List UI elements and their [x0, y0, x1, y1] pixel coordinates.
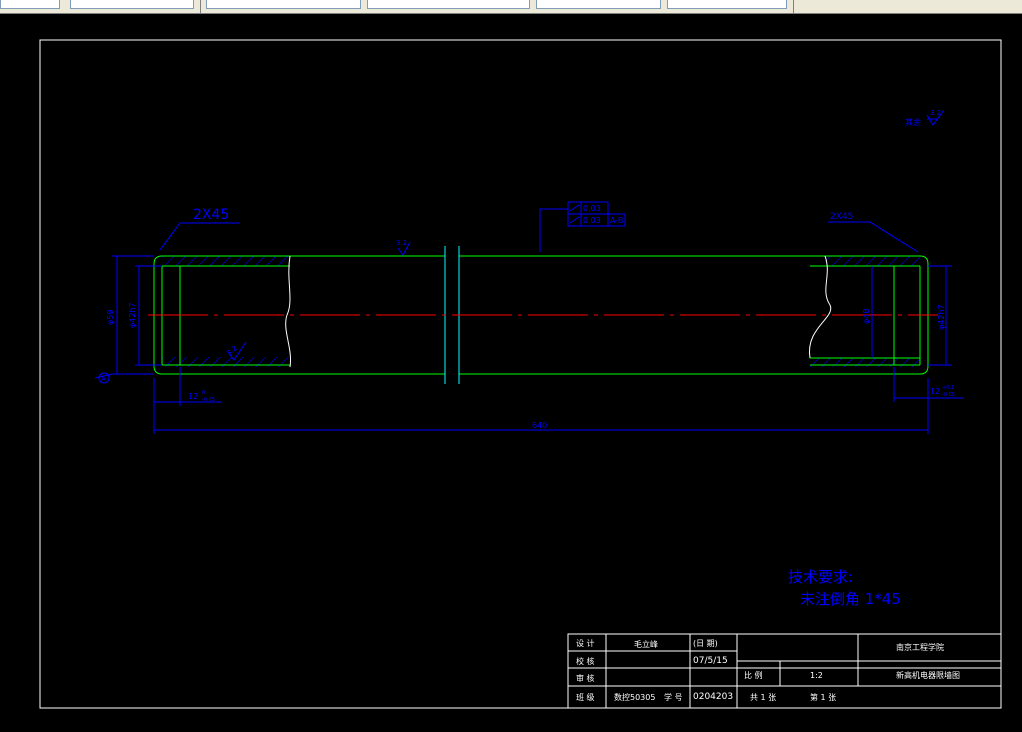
svg-text:新高机电器限墙图: 新高机电器限墙图 — [896, 670, 960, 680]
svg-text:12: 12 — [188, 392, 198, 401]
toolbar-field-4[interactable] — [367, 0, 530, 9]
roughness-mid: 3.2 — [396, 239, 411, 256]
svg-text:学 号: 学 号 — [664, 692, 683, 702]
chamfer-right-label: 2X45 — [830, 212, 853, 222]
svg-text:数控50305: 数控50305 — [614, 692, 655, 702]
svg-text:-0.05: -0.05 — [942, 392, 955, 398]
toolbar-separator — [793, 0, 794, 13]
toolbar-separator — [200, 0, 201, 13]
tech-requirements: 技术要求: 未注倒角 1*45 — [788, 568, 901, 608]
svg-text:班 级: 班 级 — [576, 692, 595, 702]
svg-text:0204203: 0204203 — [693, 692, 733, 702]
chamfer-right: 2X45 — [828, 212, 919, 253]
gdt-frame: 0.03 0.03 A-B — [539, 201, 626, 252]
svg-text:共 1 张: 共 1 张 — [750, 693, 776, 702]
toolbar — [0, 0, 1022, 14]
roughness-corner-value: 3.2 — [930, 109, 941, 117]
svg-text:校 核: 校 核 — [576, 656, 595, 666]
svg-text:+0.1: +0.1 — [942, 385, 954, 391]
svg-text:(日 期): (日 期) — [693, 639, 718, 648]
dim-right-inner: φ48 — [862, 309, 871, 324]
hatch-left-top — [162, 256, 290, 266]
svg-text:12: 12 — [930, 387, 940, 396]
dim-left-length: 12 0 -0.05 — [153, 367, 222, 406]
chamfer-left: 2X45 — [159, 207, 240, 251]
svg-text:审 核: 审 核 — [576, 673, 595, 683]
tech-line1: 未注倒角 1*45 — [800, 590, 901, 608]
tech-title: 技术要求: — [788, 568, 853, 586]
toolbar-field-5[interactable] — [536, 0, 661, 9]
roughness-corner: 其余 3.2 — [905, 109, 945, 127]
toolbar-field-2[interactable] — [70, 0, 194, 9]
svg-text:毛立峰: 毛立峰 — [634, 639, 658, 649]
cad-drawing: 其余 3.2 2X45 2X45 3.2 3.2 0.03 0.03 A-B φ… — [39, 39, 1002, 709]
toolbar-field-1[interactable] — [0, 0, 60, 9]
dim-right-length: 12 +0.1 -0.05 — [893, 367, 964, 402]
svg-text:0: 0 — [202, 390, 205, 396]
gdt-row2-tolerance: 0.03 — [583, 216, 601, 225]
dim-total: 640 — [153, 402, 929, 434]
break-lines — [285, 255, 832, 368]
svg-text:1:2: 1:2 — [810, 671, 823, 680]
dim-left-datum: A — [101, 375, 106, 383]
dim-left-inner: φ42h7 — [128, 302, 137, 328]
toolbar-field-6[interactable] — [667, 0, 787, 9]
dim-right-outer: φ42h7 — [937, 304, 946, 330]
svg-text:第 1 张: 第 1 张 — [810, 692, 836, 702]
hatch-right-top — [825, 256, 920, 266]
roughness-mid-value: 3.2 — [396, 239, 407, 247]
title-block-text: 设 计 毛立峰 (日 期) 校 核 07/5/15 审 核 班 级 数控5030… — [576, 638, 960, 702]
drawing-canvas[interactable]: 其余 3.2 2X45 2X45 3.2 3.2 0.03 0.03 A-B φ… — [0, 14, 1022, 728]
chamfer-left-label: 2X45 — [193, 207, 229, 223]
roughness-corner-label: 其余 — [905, 117, 921, 127]
svg-text:南京工程学院: 南京工程学院 — [896, 642, 944, 652]
dim-left-outer: φ59 — [106, 310, 115, 325]
svg-text:07/5/15: 07/5/15 — [693, 656, 728, 666]
svg-text:640: 640 — [532, 421, 547, 430]
svg-text:比 例: 比 例 — [744, 670, 763, 680]
hatch-right-bottom — [810, 358, 920, 367]
svg-text:设 计: 设 计 — [576, 638, 595, 648]
gdt-row2-datum: A-B — [610, 216, 623, 225]
svg-text:-0.05: -0.05 — [202, 397, 215, 403]
gdt-row1-tolerance: 0.03 — [583, 204, 601, 213]
toolbar-field-3[interactable] — [206, 0, 361, 9]
